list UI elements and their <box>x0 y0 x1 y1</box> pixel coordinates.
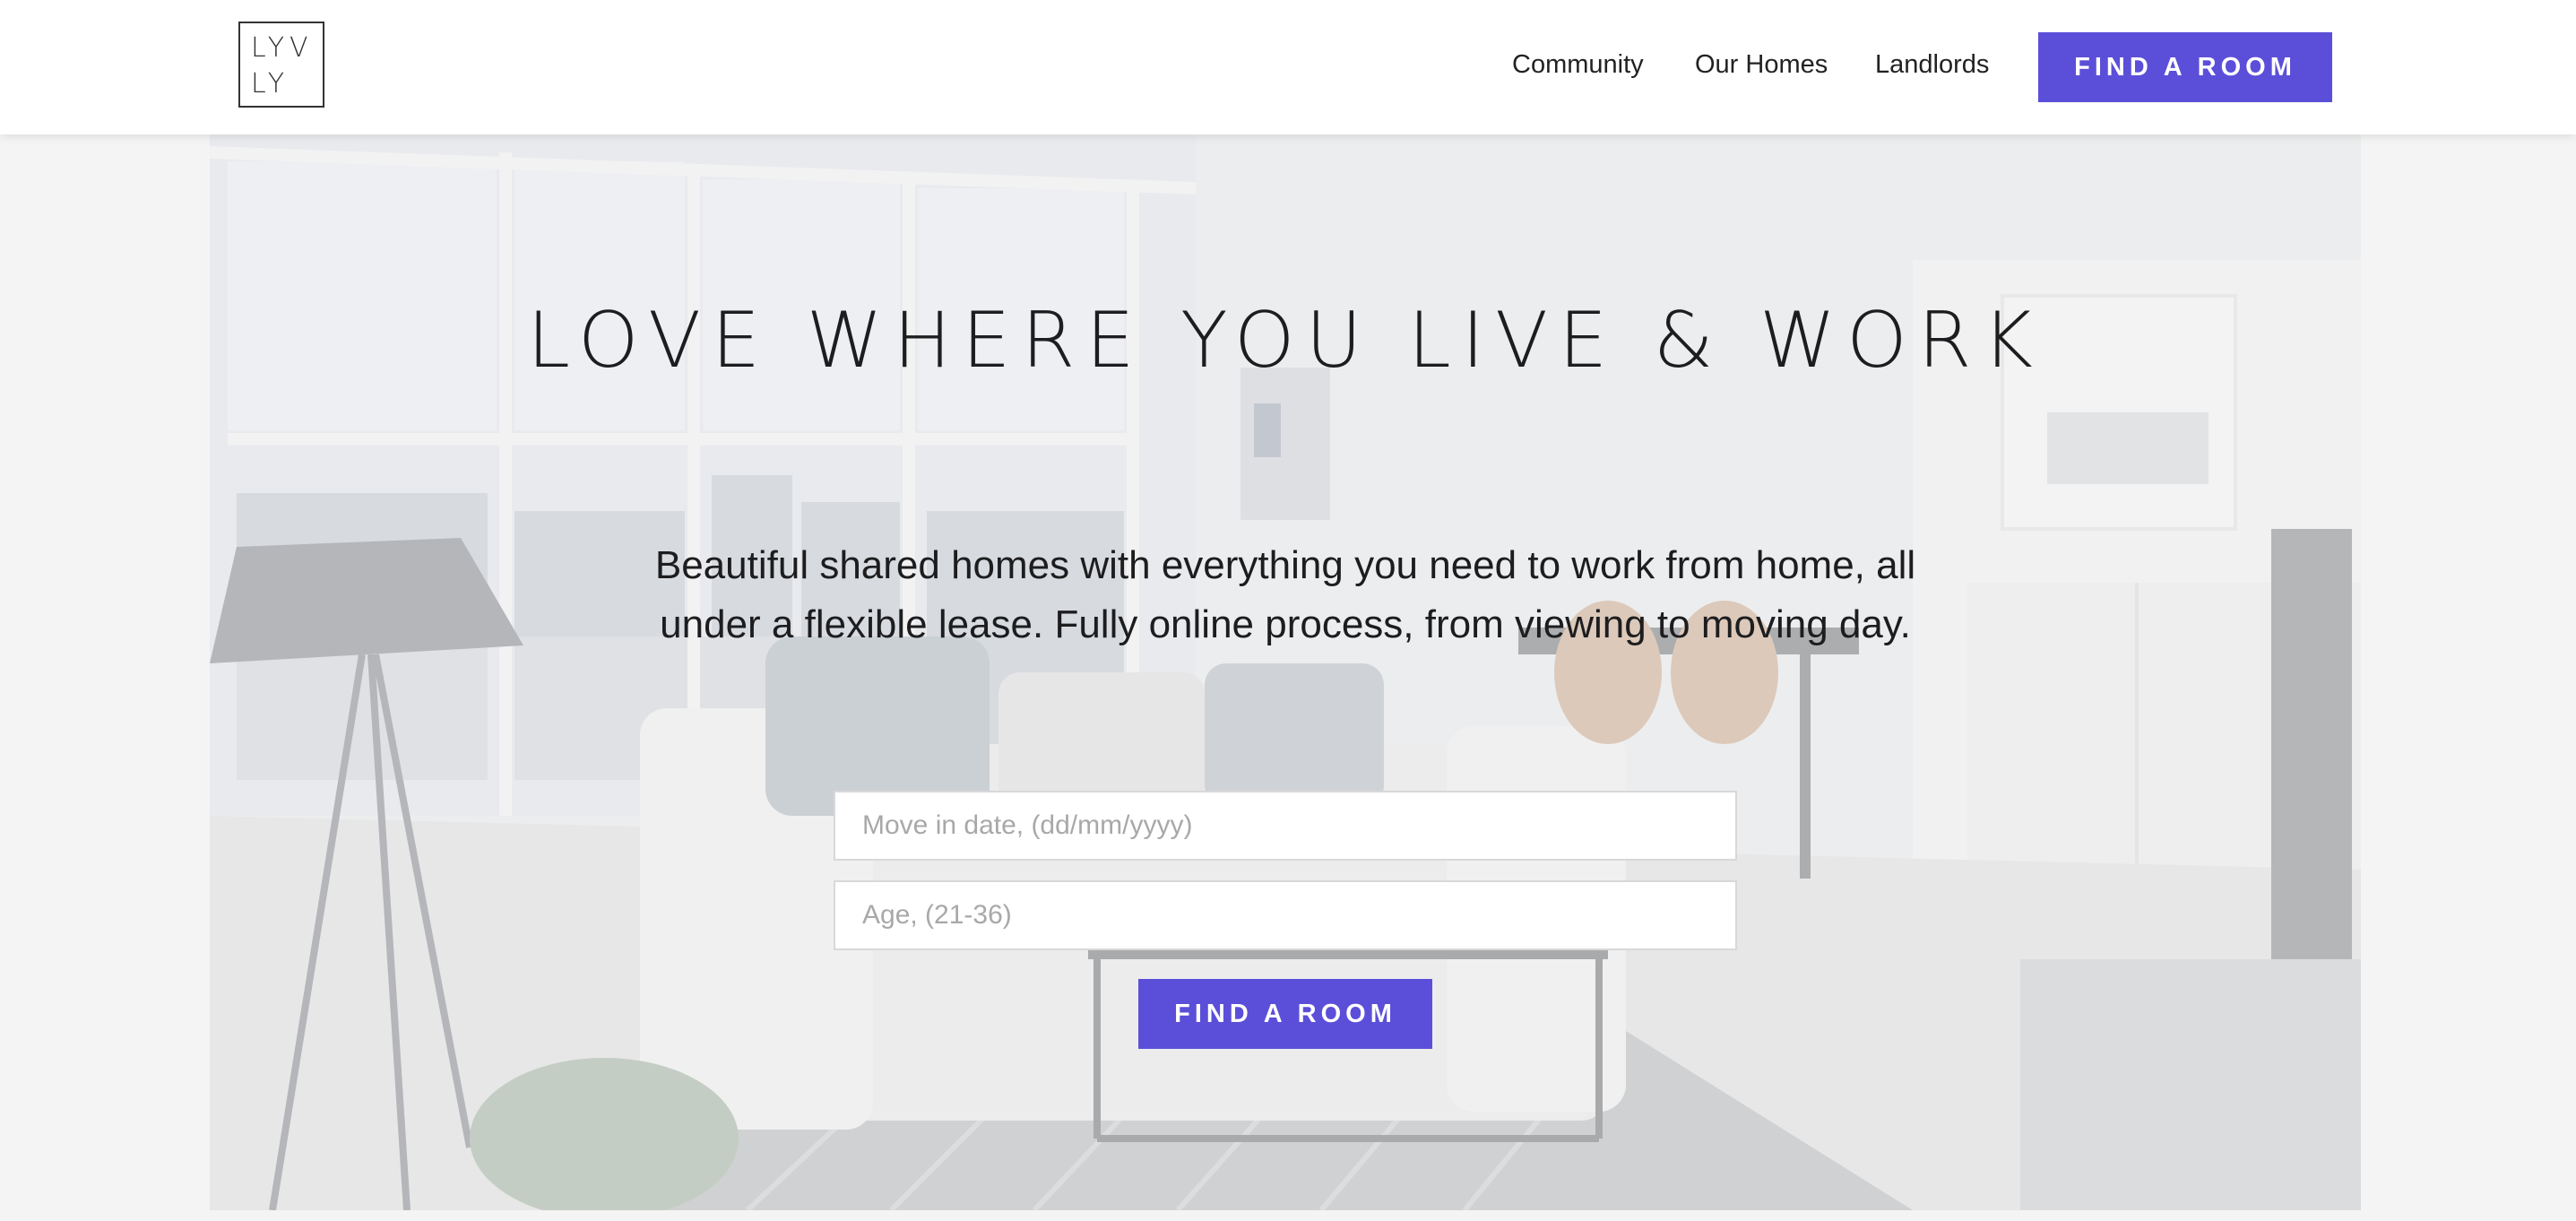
hero-subtitle-line-2: under a flexible lease. Fully online pro… <box>660 602 1911 646</box>
hero-subtitle: Beautiful shared homes with everything y… <box>640 536 1931 654</box>
lyvly-logo[interactable]: LYV LY <box>238 22 324 108</box>
hero-title: LOVE WHERE YOU LIVE & WORK <box>527 296 2044 385</box>
nav-link-community[interactable]: Community <box>1512 50 1644 80</box>
logo-line-1: LYV <box>251 32 314 64</box>
nav-link-our-homes[interactable]: Our Homes <box>1695 50 1828 80</box>
nav-link-landlords[interactable]: Landlords <box>1875 50 1989 80</box>
move-in-date-input[interactable] <box>834 791 1737 861</box>
site-header: LYV LY Community Our Homes Landlords FIN… <box>0 0 2576 134</box>
logo-line-2: LY <box>251 68 290 100</box>
header-find-a-room-button[interactable]: FIND A ROOM <box>2038 32 2332 102</box>
hero-subtitle-line-1: Beautiful shared homes with everything y… <box>654 543 1916 587</box>
age-input[interactable] <box>834 880 1737 950</box>
hero-section: LOVE WHERE YOU LIVE & WORK Beautiful sha… <box>210 134 2361 1210</box>
hero-find-a-room-button[interactable]: FIND A ROOM <box>1138 979 1432 1049</box>
